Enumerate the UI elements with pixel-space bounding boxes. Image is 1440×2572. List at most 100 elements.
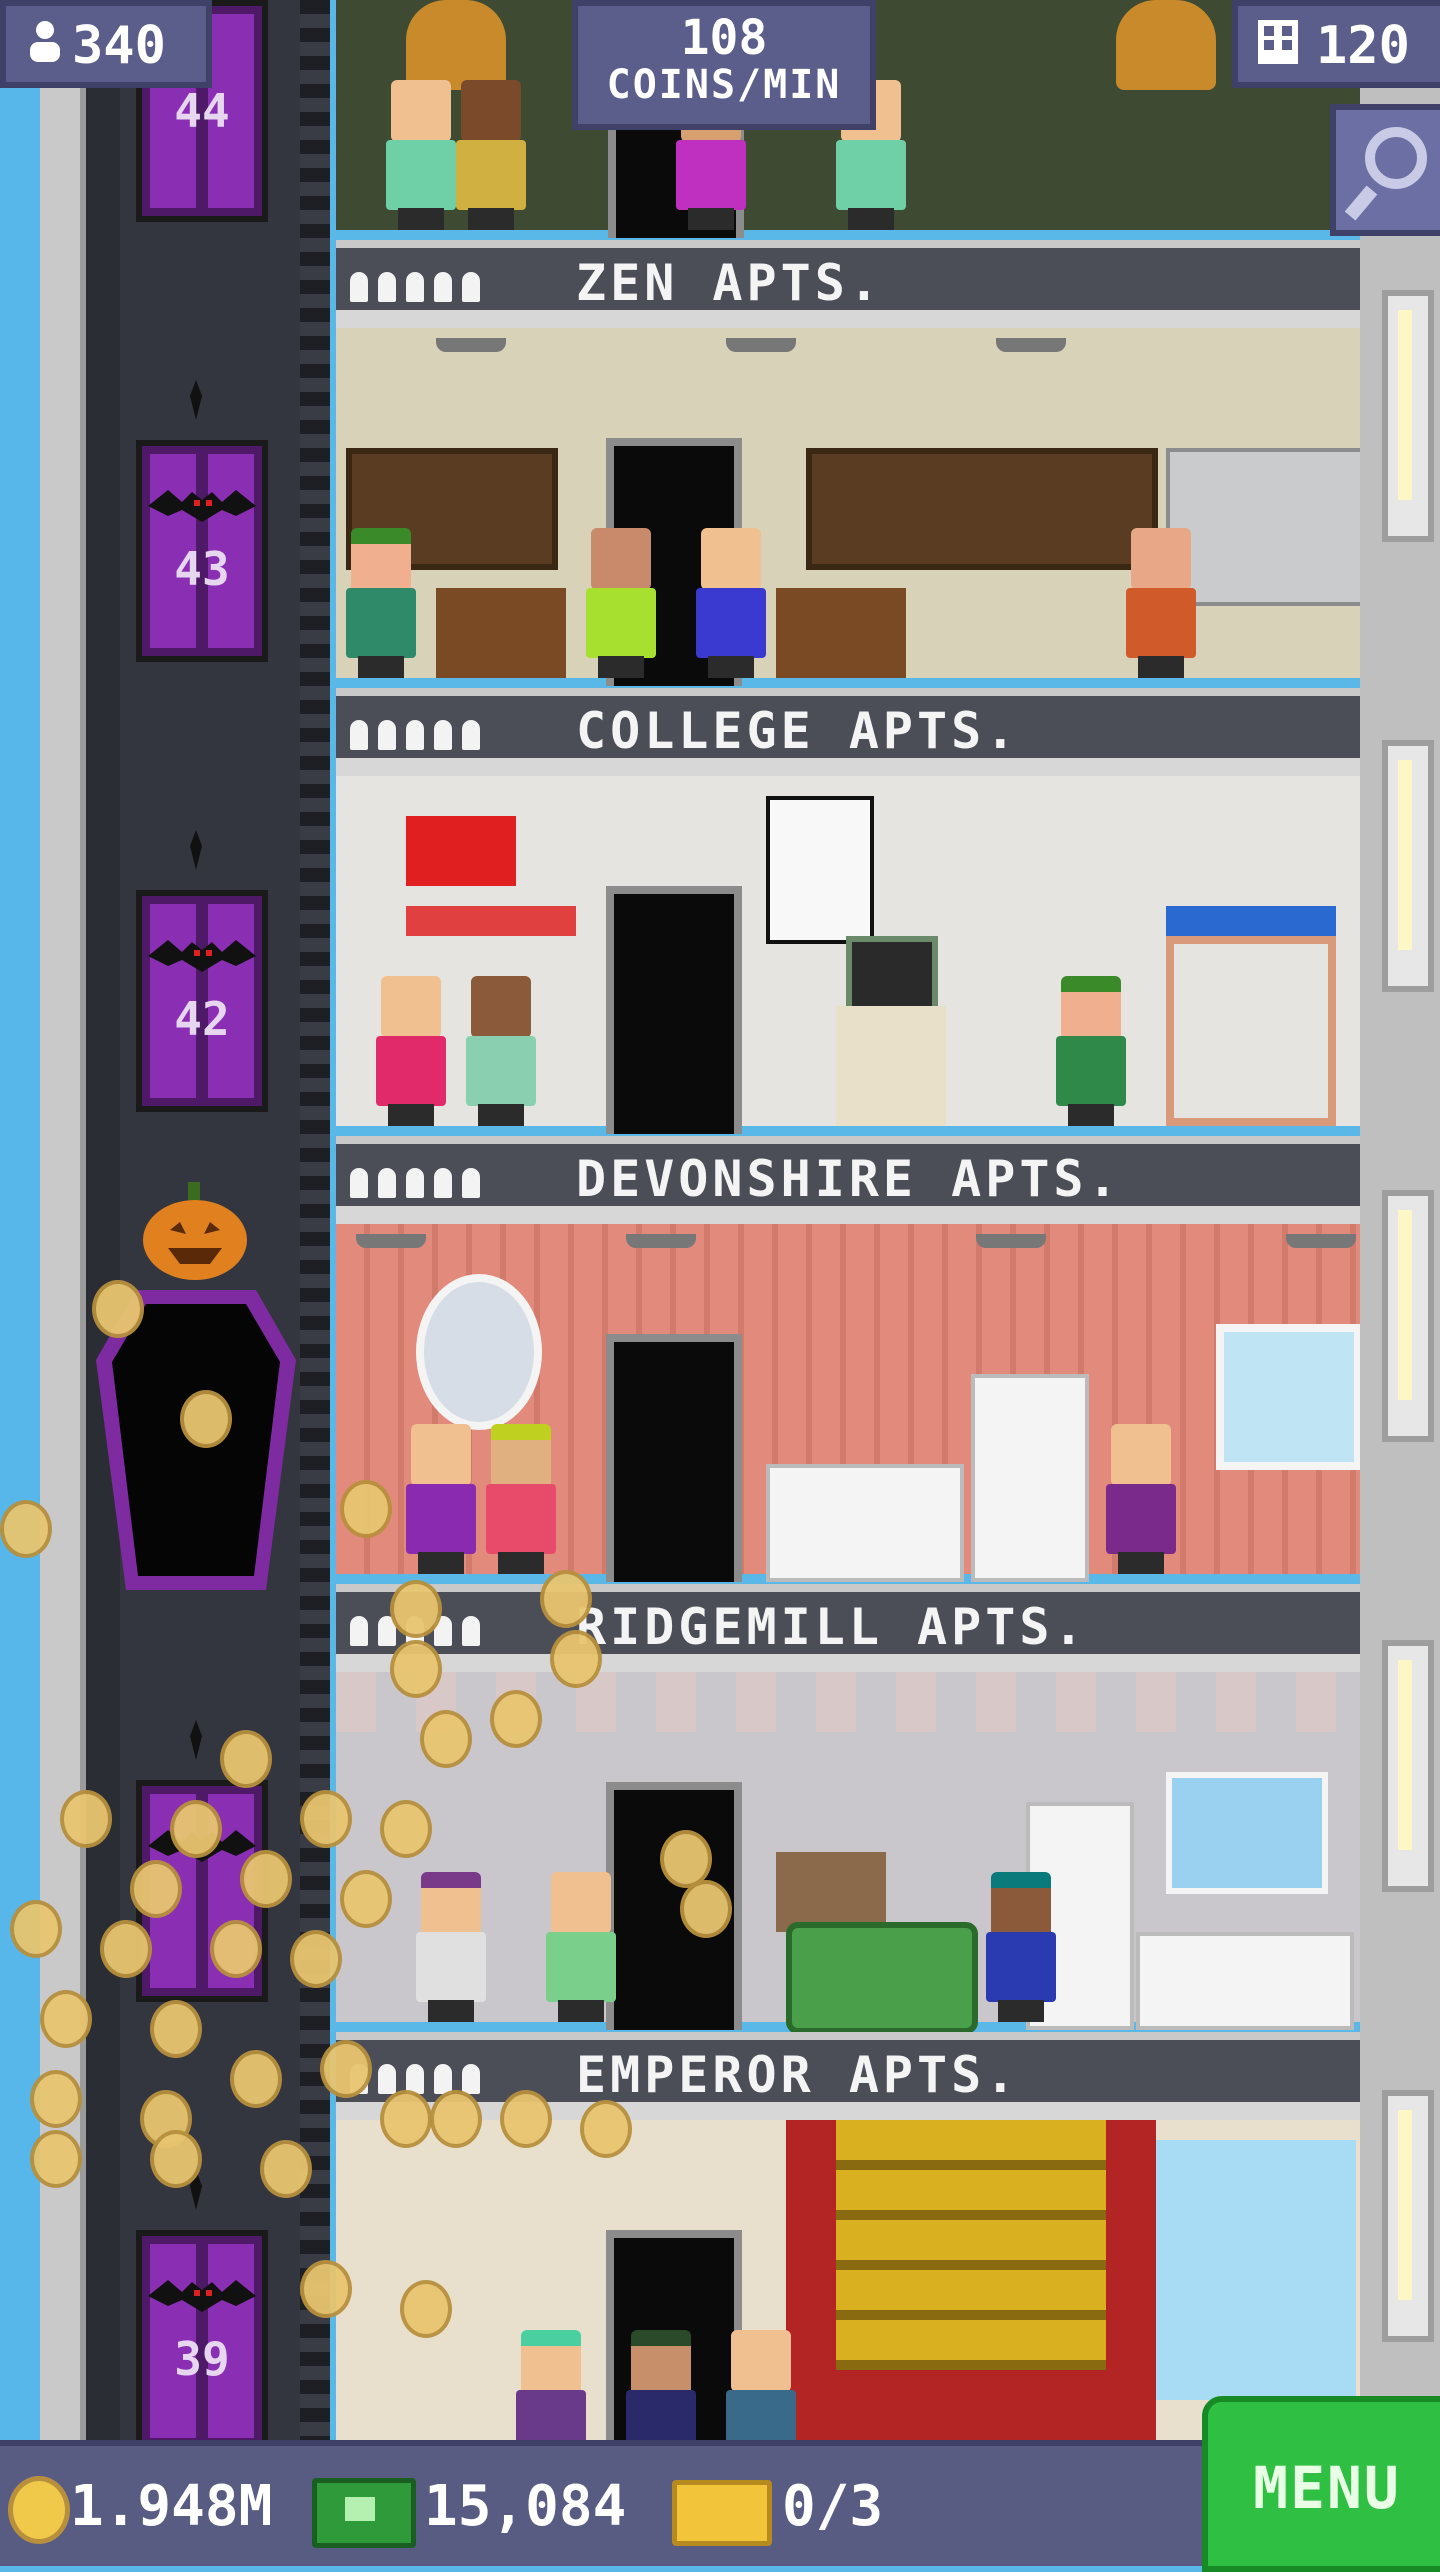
- window: [1156, 2140, 1356, 2400]
- menu-button[interactable]: MENU: [1202, 2396, 1440, 2572]
- falling-coin[interactable]: [390, 1640, 442, 1698]
- resident[interactable]: [456, 80, 526, 230]
- resident[interactable]: [1126, 528, 1196, 678]
- resident[interactable]: [376, 976, 446, 1126]
- falling-coin[interactable]: [380, 1800, 432, 1858]
- elevator-floor-marker[interactable]: 42: [136, 890, 268, 1112]
- search-button[interactable]: [1330, 104, 1440, 236]
- resident[interactable]: [1056, 976, 1126, 1126]
- falling-coin[interactable]: [150, 2130, 202, 2188]
- floor-partial[interactable]: [336, 2120, 1360, 2440]
- gold-wall: [836, 2120, 1106, 2370]
- resident[interactable]: [726, 2330, 796, 2440]
- falling-coin[interactable]: [320, 2040, 372, 2098]
- elevator-floor-marker[interactable]: 43: [136, 440, 268, 662]
- floor-name: RIDGEMILL APTS.: [576, 1598, 1088, 1656]
- falling-coin[interactable]: [290, 1930, 342, 1988]
- door[interactable]: [606, 1334, 742, 1582]
- falling-coin[interactable]: [580, 2100, 632, 2158]
- resident[interactable]: [986, 1872, 1056, 2022]
- population-counter[interactable]: 340: [0, 0, 212, 88]
- window: [1166, 1772, 1328, 1894]
- sky-background: [0, 0, 40, 2440]
- falling-coin[interactable]: [680, 1880, 732, 1938]
- tower-bux-counter[interactable]: 120: [1232, 0, 1440, 88]
- kitchen-counter: [1136, 1932, 1354, 2030]
- floor-sign: ZEN APTS.: [336, 240, 1360, 318]
- fridge: [971, 1374, 1089, 1582]
- falling-coin[interactable]: [400, 2280, 452, 2338]
- resident[interactable]: [546, 1872, 616, 2022]
- floor-number: 42: [174, 992, 230, 1046]
- falling-coin[interactable]: [500, 2090, 552, 2148]
- falling-coin[interactable]: [40, 1990, 92, 2048]
- falling-coin[interactable]: [380, 2090, 432, 2148]
- resident[interactable]: [516, 2330, 586, 2440]
- bunk-bed: [406, 906, 576, 936]
- falling-coin[interactable]: [260, 2140, 312, 2198]
- tower-right-edge: [1360, 0, 1440, 2440]
- mirror: [416, 1274, 542, 1430]
- falling-coin[interactable]: [540, 1570, 592, 1628]
- falling-coin[interactable]: [130, 1860, 182, 1918]
- ornament-icon: [176, 1720, 216, 1760]
- falling-coin[interactable]: [10, 1900, 62, 1958]
- falling-coin[interactable]: [30, 2130, 82, 2188]
- falling-coin[interactable]: [300, 2260, 352, 2318]
- floor-emperor[interactable]: EMPEROR APTS.: [336, 1672, 1360, 2120]
- floor-sign: COLLEGE APTS.: [336, 688, 1360, 766]
- floor-ridgemill[interactable]: RIDGEMILL APTS.: [336, 1224, 1360, 1672]
- search-icon: [1344, 127, 1427, 221]
- resident[interactable]: [626, 2330, 696, 2440]
- falling-coin[interactable]: [340, 1480, 392, 1538]
- bux-icon: [312, 2478, 416, 2548]
- falling-coin[interactable]: [30, 2070, 82, 2128]
- resident[interactable]: [466, 976, 536, 1126]
- falling-coin[interactable]: [430, 2090, 482, 2148]
- resident-count-icons: [350, 710, 480, 750]
- falling-coin[interactable]: [100, 1920, 152, 1978]
- falling-coin[interactable]: [210, 1920, 262, 1978]
- falling-coin[interactable]: [490, 1690, 542, 1748]
- resident[interactable]: [416, 1872, 486, 2022]
- falling-coin[interactable]: [240, 1850, 292, 1908]
- elevator-floor-marker[interactable]: 39: [136, 2230, 268, 2452]
- resident[interactable]: [1106, 1424, 1176, 1574]
- floor-name: ZEN APTS.: [576, 254, 883, 312]
- falling-coin[interactable]: [220, 1730, 272, 1788]
- floor-name: COLLEGE APTS.: [576, 702, 1020, 760]
- falling-coin[interactable]: [60, 1790, 112, 1848]
- room-college: [336, 328, 1360, 686]
- population-value: 340: [72, 16, 166, 76]
- statue-icon: [406, 0, 506, 90]
- resident[interactable]: [586, 528, 656, 678]
- falling-coin[interactable]: [150, 2000, 202, 2058]
- ceiling-lamp: [726, 338, 796, 352]
- falling-coin[interactable]: [390, 1580, 442, 1638]
- floor-sill: [336, 310, 1360, 328]
- tickets-value: 0/3: [782, 2474, 884, 2539]
- resident[interactable]: [386, 80, 456, 230]
- resident[interactable]: [486, 1424, 556, 1574]
- falling-coin[interactable]: [92, 1280, 144, 1338]
- falling-coin[interactable]: [170, 1800, 222, 1858]
- falling-coin[interactable]: [340, 1870, 392, 1928]
- resident[interactable]: [406, 1424, 476, 1574]
- falling-coin[interactable]: [230, 2050, 282, 2108]
- door[interactable]: [606, 886, 742, 1134]
- ceiling-lamp: [996, 338, 1066, 352]
- window-pane: [1382, 740, 1434, 992]
- room-devonshire: [336, 776, 1360, 1134]
- falling-coin[interactable]: [420, 1710, 472, 1768]
- coins-per-min-value: 108: [680, 10, 768, 66]
- pennant-flag: [406, 816, 516, 886]
- falling-coin[interactable]: [550, 1630, 602, 1688]
- resident[interactable]: [346, 528, 416, 678]
- floor-name: EMPEROR APTS.: [576, 2046, 1020, 2104]
- falling-coin[interactable]: [180, 1390, 232, 1448]
- floor-college[interactable]: COLLEGE APTS.: [336, 328, 1360, 776]
- floor-devonshire[interactable]: DEVONSHIRE APTS.: [336, 776, 1360, 1224]
- falling-coin[interactable]: [0, 1500, 52, 1558]
- resident[interactable]: [696, 528, 766, 678]
- falling-coin[interactable]: [300, 1790, 352, 1848]
